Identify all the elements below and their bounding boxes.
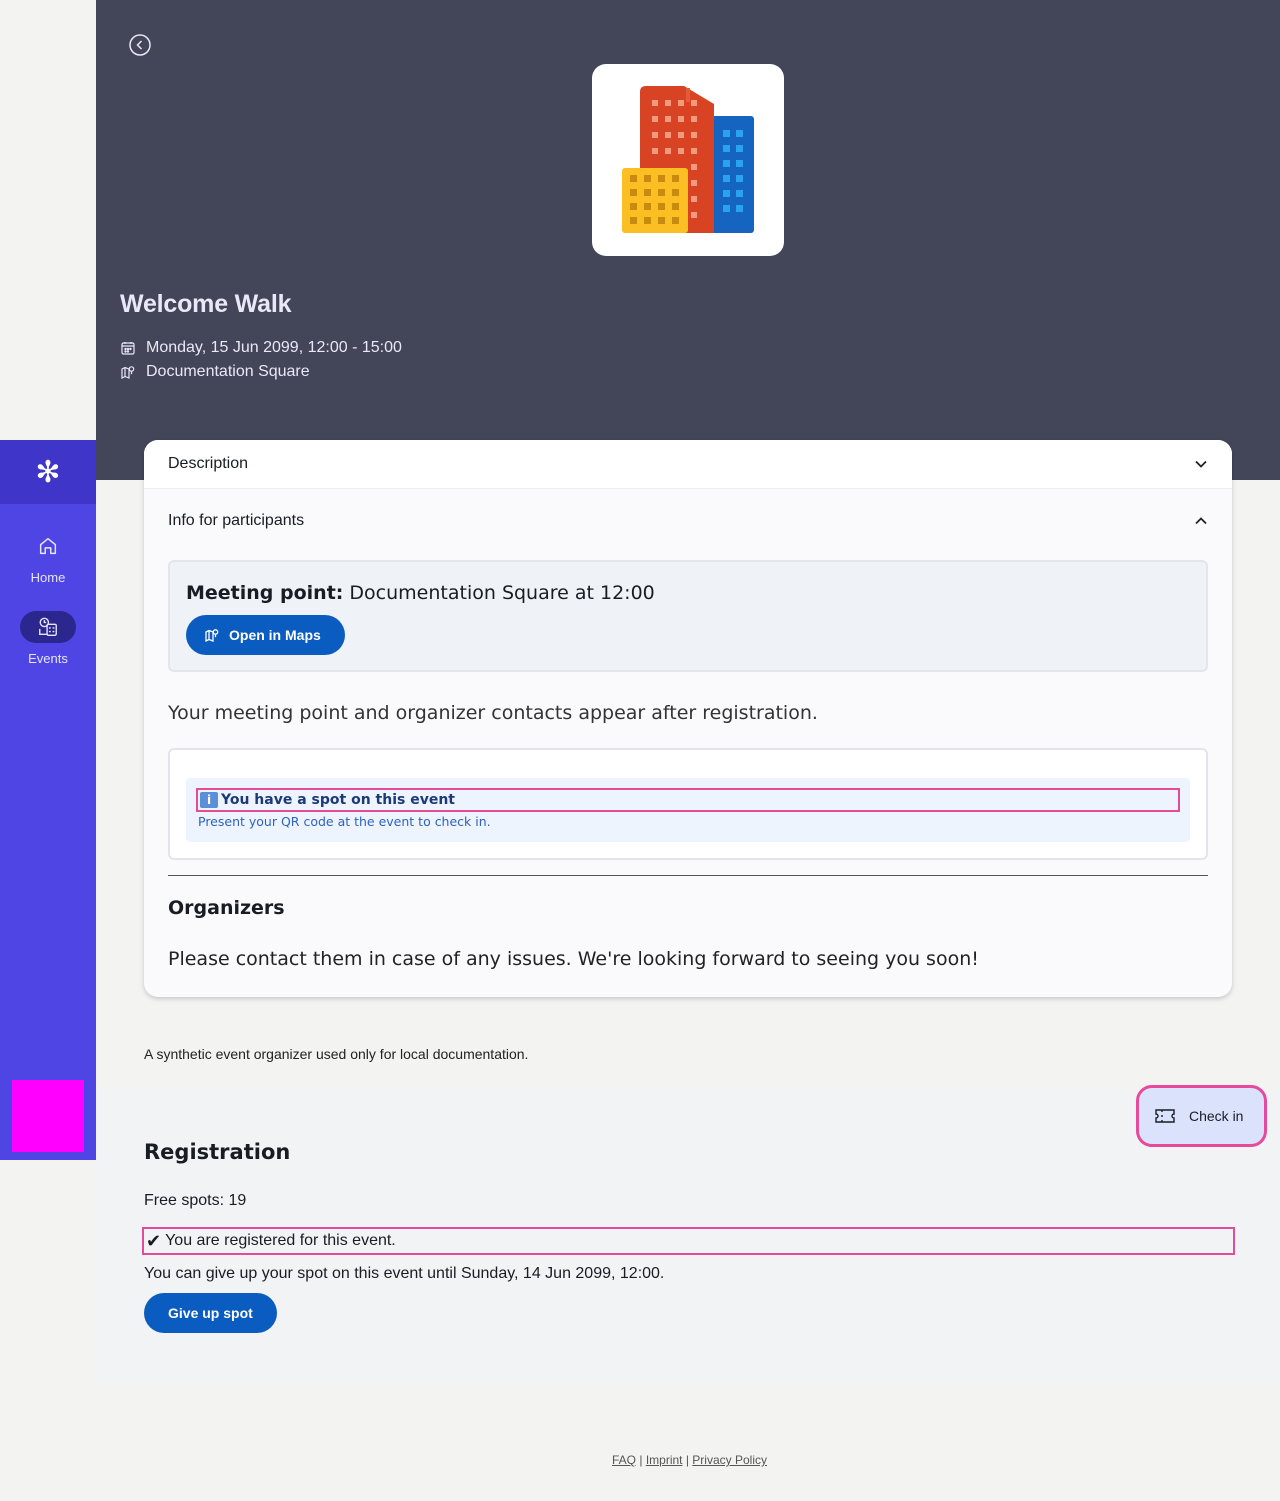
meeting-point-box: Meeting point: Documentation Square at 1… [168, 560, 1208, 672]
faq-link[interactable]: FAQ [612, 1453, 636, 1467]
divider [168, 875, 1208, 876]
event-location-row: Documentation Square [120, 363, 310, 381]
placeholder-block [12, 1080, 84, 1152]
open-in-maps-button[interactable]: Open in Maps [186, 615, 345, 655]
free-spots: Free spots: 19 [144, 1192, 247, 1209]
sidebar-item-home[interactable]: Home [0, 530, 96, 585]
map-pin-icon [205, 629, 219, 643]
footer-separator: | [682, 1453, 693, 1467]
event-details-card: Description Info for participants Meetin… [144, 440, 1232, 997]
registration-status-text: You are registered for this event. [165, 1232, 396, 1249]
check-in-label: Check in [1189, 1108, 1244, 1124]
organizer-description: A synthetic event organizer used only fo… [144, 1046, 529, 1062]
organizers-title: Organizers [168, 897, 285, 919]
give-up-spot-button[interactable]: Give up spot [144, 1293, 277, 1333]
events-icon [20, 611, 76, 643]
registration-status: ✔ You are registered for this event. [142, 1227, 1235, 1255]
spot-notice-box: i You have a spot on this event Present … [168, 748, 1208, 860]
imprint-link[interactable]: Imprint [646, 1453, 683, 1467]
organizers-text: Please contact them in case of any issue… [168, 948, 979, 970]
give-up-deadline: You can give up your spot on this event … [144, 1265, 665, 1282]
chevron-up-icon [1195, 516, 1207, 524]
event-header: Welcome Walk Monday, 15 Jun 2099, 12:00 … [96, 0, 1280, 480]
spot-notice: i You have a spot on this event Present … [186, 778, 1190, 842]
chevron-down-icon [1195, 460, 1207, 468]
accordion-label: Description [168, 455, 249, 472]
open-in-maps-label: Open in Maps [229, 627, 321, 643]
sidebar-item-label: Home [30, 570, 66, 585]
spot-notice-title-text: You have a spot on this event [221, 792, 455, 808]
map-pin-icon [121, 366, 135, 379]
event-image [592, 64, 784, 256]
checkmark-icon: ✔ [146, 1230, 162, 1252]
event-date: Monday, 15 Jun 2099, 12:00 - 15:00 [146, 339, 402, 356]
registration-section: Registration Free spots: 19 ✔ You are re… [96, 1090, 1280, 1386]
spot-notice-subtitle: Present your QR code at the event to che… [198, 814, 491, 829]
accordion-label: Info for participants [168, 511, 305, 529]
calendar-icon [121, 342, 135, 355]
registration-title: Registration [144, 1140, 291, 1164]
event-location: Documentation Square [146, 363, 310, 380]
sidebar-item-events[interactable]: Events [0, 611, 96, 666]
registration-hint: Your meeting point and organizer contact… [168, 702, 818, 724]
description-accordion[interactable]: Description [144, 440, 1232, 488]
check-in-button[interactable]: Check in [1136, 1085, 1267, 1147]
city-buildings-icon [622, 86, 754, 233]
chevron-left-circle-icon [129, 34, 151, 56]
sidebar-item-label: Events [28, 651, 68, 666]
meeting-point: Meeting point: Documentation Square at 1… [186, 582, 655, 604]
info-icon: i [200, 792, 218, 808]
event-date-row: Monday, 15 Jun 2099, 12:00 - 15:00 [120, 339, 402, 357]
footer-separator: | [636, 1453, 646, 1467]
meeting-point-value: Documentation Square at 12:00 [343, 582, 655, 604]
info-accordion[interactable]: Info for participants [144, 488, 1232, 552]
home-icon [20, 530, 76, 562]
spot-notice-title: i You have a spot on this event [196, 788, 1180, 812]
privacy-policy-link[interactable]: Privacy Policy [692, 1453, 767, 1467]
sidebar: ✻ Home Events [0, 440, 96, 1160]
footer: FAQ | Imprint | Privacy Policy [612, 1453, 767, 1467]
ticket-icon [1155, 1109, 1175, 1123]
event-title: Welcome Walk [120, 290, 292, 318]
meeting-point-label: Meeting point: [186, 582, 344, 604]
back-button[interactable] [128, 33, 152, 57]
app-logo[interactable]: ✻ [0, 440, 96, 504]
